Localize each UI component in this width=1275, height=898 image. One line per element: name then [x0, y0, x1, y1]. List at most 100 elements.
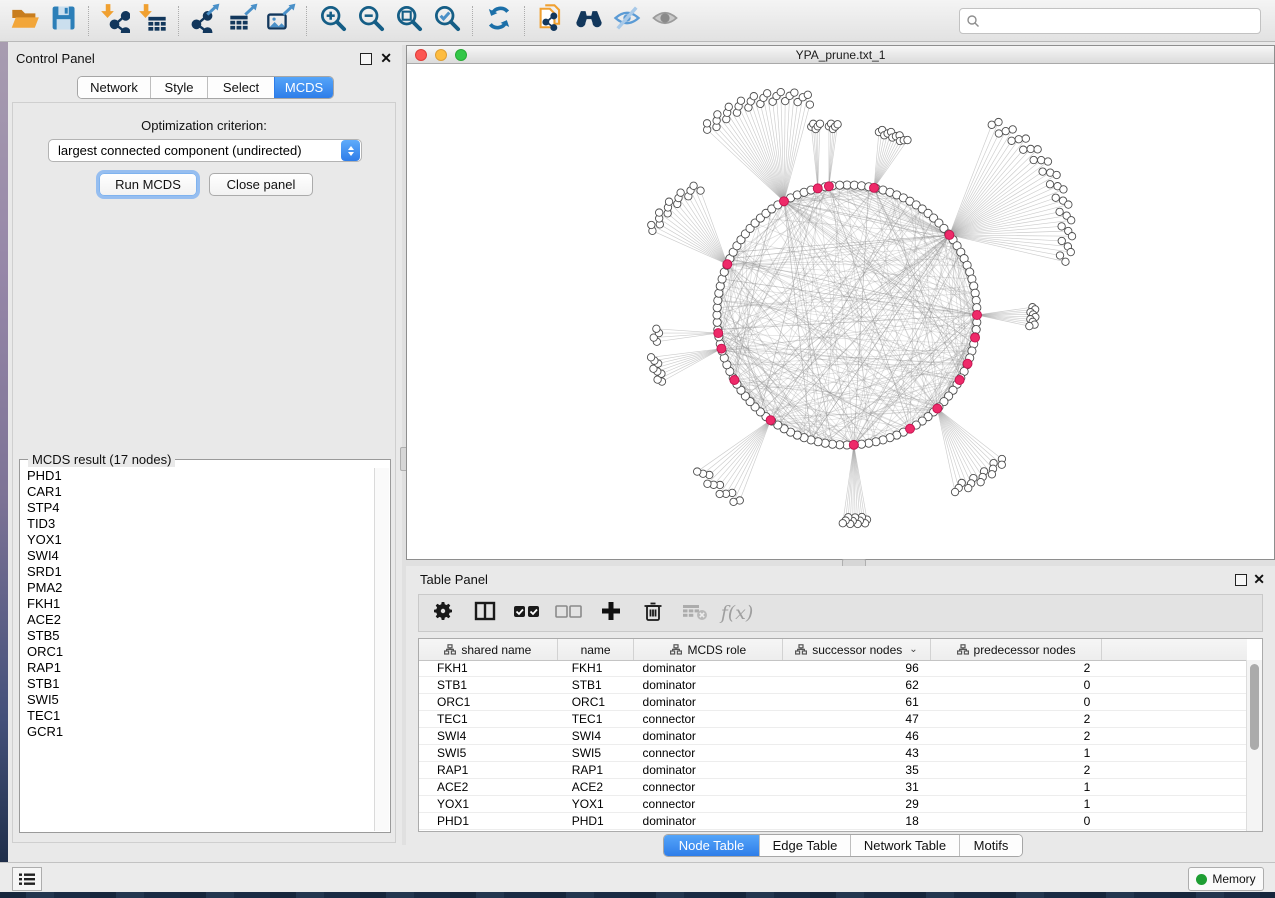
table-cell: 2: [931, 763, 1103, 777]
table-row[interactable]: RAP1RAP1dominator352: [419, 762, 1247, 779]
apply-layout-button[interactable]: [480, 4, 518, 38]
split-panel-button[interactable]: [471, 599, 499, 627]
column-tree-icon: [444, 644, 456, 655]
table-cell: STB1: [558, 678, 635, 692]
column-header-name[interactable]: name: [558, 639, 635, 660]
import-table-button[interactable]: [134, 4, 172, 38]
export-network-button[interactable]: [186, 4, 224, 38]
open-file-button[interactable]: [6, 4, 44, 38]
mcds-result-group: MCDS result (17 nodes) PHD1CAR1STP4TID3Y…: [19, 459, 391, 833]
table-cell: TEC1: [419, 712, 558, 726]
table-cell: ORC1: [419, 695, 558, 709]
tab-network[interactable]: Network: [78, 77, 150, 98]
column-settings-button[interactable]: [429, 599, 457, 627]
column-header-shared-name[interactable]: shared name: [419, 639, 558, 660]
zoom-out-button[interactable]: [352, 4, 390, 38]
tab-select[interactable]: Select: [207, 77, 274, 98]
list-item[interactable]: GCR1: [21, 724, 375, 740]
create-column-button[interactable]: [597, 599, 625, 627]
hide-all-columns-button[interactable]: [555, 599, 583, 627]
list-item[interactable]: FKH1: [21, 596, 375, 612]
table-cell: SWI5: [558, 746, 635, 760]
mcds-result-list[interactable]: PHD1CAR1STP4TID3YOX1SWI4SRD1PMA2FKH1ACE2…: [21, 468, 375, 831]
close-panel-button[interactable]: Close panel: [209, 173, 313, 196]
table-body: FKH1FKH1dominator962STB1STB1dominator620…: [419, 660, 1247, 831]
table-row[interactable]: ACE2ACE2connector311: [419, 779, 1247, 796]
close-panel-icon[interactable]: ✕: [380, 50, 392, 66]
list-item[interactable]: TEC1: [21, 708, 375, 724]
list-item[interactable]: PMA2: [21, 580, 375, 596]
network-window-titlebar[interactable]: YPA_prune.txt_1: [407, 46, 1274, 64]
memory-button[interactable]: Memory: [1188, 867, 1264, 891]
table-row[interactable]: TEC1TEC1connector472: [419, 711, 1247, 728]
search-input[interactable]: [980, 13, 1254, 29]
trash-icon: [641, 599, 665, 628]
table-panel: Table Panel ✕ f(x) shared namenameMCDS r…: [406, 566, 1275, 862]
table-cell: RAP1: [419, 763, 558, 777]
tab-mcds[interactable]: MCDS: [274, 77, 333, 98]
list-item[interactable]: RAP1: [21, 660, 375, 676]
list-item[interactable]: STP4: [21, 500, 375, 516]
float-panel-icon[interactable]: [360, 53, 372, 65]
table-row[interactable]: PHD1PHD1dominator180: [419, 813, 1247, 830]
network-graph[interactable]: [407, 64, 1274, 559]
list-item[interactable]: STB5: [21, 628, 375, 644]
network-document-button[interactable]: [532, 4, 570, 38]
eye-slash-icon: [612, 3, 642, 38]
list-item[interactable]: ACE2: [21, 612, 375, 628]
list-item[interactable]: PHD1: [21, 468, 375, 484]
table-cell: ACE2: [419, 780, 558, 794]
column-header-MCDS-role[interactable]: MCDS role: [634, 639, 783, 660]
list-item[interactable]: SWI4: [21, 548, 375, 564]
zoom-in-button[interactable]: [314, 4, 352, 38]
tab-network-table[interactable]: Network Table: [850, 835, 959, 856]
hide-selected-button[interactable]: [608, 4, 646, 38]
list-item[interactable]: STB1: [21, 676, 375, 692]
scrollbar-thumb[interactable]: [1250, 664, 1259, 750]
table-row[interactable]: YOX1YOX1connector291: [419, 796, 1247, 813]
table-row[interactable]: FKH1FKH1dominator962: [419, 660, 1247, 677]
import-network-button[interactable]: [96, 4, 134, 38]
search-box[interactable]: [959, 8, 1261, 34]
delete-columns-button[interactable]: [639, 599, 667, 627]
toolbar-buttons: [6, 4, 684, 38]
tab-style[interactable]: Style: [150, 77, 207, 98]
table-cell: connector: [635, 780, 784, 794]
criterion-select[interactable]: largest connected component (undirected): [48, 139, 362, 162]
show-all-button[interactable]: [646, 4, 684, 38]
table-scrollbar[interactable]: [1246, 660, 1262, 831]
tab-motifs[interactable]: Motifs: [959, 835, 1022, 856]
tab-node-table[interactable]: Node Table: [664, 835, 759, 856]
table-cell: 2: [931, 729, 1103, 743]
list-item[interactable]: ORC1: [21, 644, 375, 660]
save-session-button[interactable]: [44, 4, 82, 38]
table-row[interactable]: ORC1ORC1dominator610: [419, 694, 1247, 711]
list-item[interactable]: SWI5: [21, 692, 375, 708]
column-header-successor-nodes[interactable]: successor nodes⌄: [783, 639, 931, 660]
run-mcds-button[interactable]: Run MCDS: [99, 173, 197, 196]
network-canvas[interactable]: [407, 64, 1274, 559]
tab-edge-table[interactable]: Edge Table: [759, 835, 850, 856]
float-panel-icon[interactable]: [1235, 574, 1247, 586]
show-all-columns-button[interactable]: [513, 599, 541, 627]
export-table-button[interactable]: [224, 4, 262, 38]
close-panel-icon[interactable]: ✕: [1253, 571, 1265, 587]
list-item[interactable]: SRD1: [21, 564, 375, 580]
mcds-list-scrollbar[interactable]: [374, 468, 389, 831]
first-neighbors-button[interactable]: [570, 4, 608, 38]
table-cell: 62: [783, 678, 931, 692]
table-row[interactable]: SWI5SWI5connector431: [419, 745, 1247, 762]
zoom-fit-button[interactable]: [390, 4, 428, 38]
export-image-button[interactable]: [262, 4, 300, 38]
list-item[interactable]: CAR1: [21, 484, 375, 500]
table-cell: connector: [635, 712, 784, 726]
list-item[interactable]: YOX1: [21, 532, 375, 548]
column-header-predecessor-nodes[interactable]: predecessor nodes: [931, 639, 1103, 660]
table-row[interactable]: STB1STB1dominator620: [419, 677, 1247, 694]
zoom-selected-button[interactable]: [428, 4, 466, 38]
column-header-empty: [1102, 639, 1247, 660]
table-row[interactable]: SWI4SWI4dominator462: [419, 728, 1247, 745]
list-item[interactable]: TID3: [21, 516, 375, 532]
zoom-fit-icon: [394, 3, 424, 38]
panel-menu-button[interactable]: [12, 867, 42, 891]
